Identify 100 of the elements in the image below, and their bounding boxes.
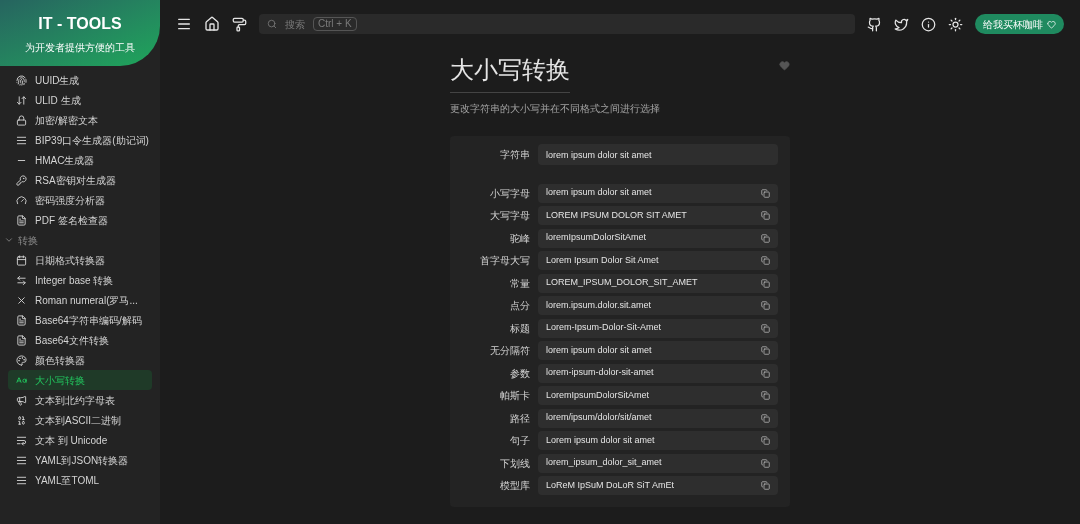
sidebar-item[interactable]: Roman numeral(罗马... <box>8 290 152 310</box>
output-field[interactable]: lorem ipsum dolor sit amet <box>538 183 778 203</box>
sidebar-item[interactable]: RSA密钥对生成器 <box>8 170 152 190</box>
page-title: 大小写转换 <box>450 52 570 93</box>
x-icon <box>16 294 27 306</box>
copy-icon[interactable] <box>761 323 770 333</box>
sidebar-item[interactable]: BIP39口令生成器(助记词) <box>8 130 152 150</box>
group-header[interactable]: 转换 <box>0 230 160 250</box>
copy-icon[interactable] <box>761 301 770 310</box>
copy-icon[interactable] <box>761 256 770 265</box>
output-field[interactable]: Lorem ipsum dolor sit amet <box>538 431 778 450</box>
sidebar-item[interactable]: 颜色转换器 <box>8 350 152 370</box>
search-icon <box>267 19 277 29</box>
menu-icon[interactable] <box>176 16 192 32</box>
output-field[interactable]: lorem.ipsum.dolor.sit.amet <box>538 296 778 315</box>
field-label: 无分隔符 <box>489 344 530 358</box>
field-label: 大写字母 <box>489 209 530 223</box>
sort-icon <box>16 94 27 106</box>
calendar-icon <box>16 254 27 266</box>
sidebar-item[interactable]: 文本到ASCII二进制 <box>8 410 152 430</box>
output-field[interactable]: LOREM_IPSUM_DOLOR_SIT_AMET <box>538 273 778 293</box>
copy-icon[interactable] <box>761 278 770 288</box>
gauge-icon <box>16 194 27 206</box>
output-field[interactable]: LoremIpsumDolorSitAmet <box>538 386 778 405</box>
field-label: 路径 <box>509 411 530 426</box>
twitter-icon[interactable] <box>894 16 909 32</box>
lines-icon <box>16 454 27 466</box>
sidebar-item[interactable]: HMAC生成器 <box>8 150 152 170</box>
field-label: 模型库 <box>499 479 530 493</box>
field-label: 字符串 <box>499 148 530 162</box>
field-label: 句子 <box>509 434 530 448</box>
field-label: 参数 <box>509 366 530 381</box>
field-label: 驼峰 <box>509 231 530 246</box>
heart-icon <box>1047 19 1056 29</box>
page-description: 更改字符串的大小写并在不同格式之间进行选择 <box>450 102 661 116</box>
lock-icon <box>16 114 27 126</box>
sidebar-item[interactable]: UUID生成 <box>8 70 152 90</box>
output-field[interactable]: LoReM IpSuM DoLoR SiT AmEt <box>538 476 778 495</box>
app-title: IT - TOOLS <box>38 13 122 34</box>
output-field[interactable]: Lorem-Ipsum-Dolor-Sit-Amet <box>538 318 778 338</box>
sidebar-item[interactable]: 大小写转换 <box>8 370 152 390</box>
lines-icon <box>16 474 27 486</box>
output-field[interactable]: lorem-ipsum-dolor-sit-amet <box>538 363 778 383</box>
output-field[interactable]: lorem_ipsum_dolor_sit_amet <box>538 453 778 473</box>
document-icon <box>16 214 27 226</box>
sidebar-item[interactable]: 加密/解密文本 <box>8 110 152 130</box>
search-label: 搜索 <box>285 17 305 32</box>
favorite-icon[interactable] <box>779 60 790 71</box>
output-field[interactable]: loremIpsumDolorSitAmet <box>538 228 778 248</box>
document-icon <box>16 314 27 326</box>
megaphone-icon <box>16 394 27 406</box>
output-field[interactable]: lorem ipsum dolor sit amet <box>538 341 778 360</box>
shortcut-key: Ctrl + K <box>313 17 357 31</box>
info-icon[interactable] <box>921 16 936 32</box>
paint-roller-icon[interactable] <box>232 16 247 32</box>
sidebar-item[interactable]: PDF 签名检查器 <box>8 210 152 230</box>
arrows-icon <box>16 274 27 286</box>
binary-icon <box>16 414 27 426</box>
copy-icon[interactable] <box>761 233 770 243</box>
coffee-button[interactable]: 给我买杯咖啡 <box>975 14 1064 34</box>
sidebar-item[interactable]: Integer base 转换 <box>8 270 152 290</box>
lines-icon <box>16 134 27 146</box>
sidebar-item[interactable]: ULID 生成 <box>8 90 152 110</box>
sidebar-item[interactable]: YAML至TOML <box>8 470 152 490</box>
sidebar-item[interactable]: 文本 到 Unicode <box>8 430 152 450</box>
output-field[interactable]: Lorem Ipsum Dolor Sit Amet <box>538 251 778 270</box>
field-label: 标题 <box>509 321 530 336</box>
sidebar-item[interactable]: Base64字符串编码/解码 <box>8 310 152 330</box>
copy-icon[interactable] <box>761 368 770 378</box>
app-subtitle: 为开发者提供方便的工具 <box>25 40 135 55</box>
field-label: 下划线 <box>499 456 530 471</box>
sun-icon[interactable] <box>948 16 963 32</box>
field-label: 小写字母 <box>489 186 530 201</box>
sidebar-item[interactable]: YAML到JSON转换器 <box>8 450 152 470</box>
text-wrap-icon <box>16 434 27 446</box>
copy-icon[interactable] <box>761 346 770 355</box>
output-field[interactable]: LOREM IPSUM DOLOR SIT AMET <box>538 206 778 225</box>
fingerprint-icon <box>16 74 27 86</box>
field-label: 首字母大写 <box>479 254 530 268</box>
field-label: 点分 <box>509 299 530 313</box>
copy-icon[interactable] <box>761 458 770 468</box>
field-label: 帕斯卡 <box>499 389 530 403</box>
palette-icon <box>16 354 27 366</box>
input-field[interactable]: lorem ipsum dolor sit amet <box>538 144 778 165</box>
home-icon[interactable] <box>204 16 220 32</box>
sidebar-item[interactable]: 文本到北约字母表 <box>8 390 152 410</box>
copy-icon[interactable] <box>761 481 770 490</box>
github-icon[interactable] <box>867 16 882 32</box>
copy-icon[interactable] <box>761 413 770 423</box>
sidebar-item[interactable]: 日期格式转换器 <box>8 250 152 270</box>
copy-icon[interactable] <box>761 211 770 220</box>
text-case-icon <box>16 374 27 386</box>
output-field[interactable]: lorem/ipsum/dolor/sit/amet <box>538 408 778 428</box>
copy-icon[interactable] <box>761 436 770 445</box>
sidebar-item[interactable]: 密码强度分析器 <box>8 190 152 210</box>
copy-icon[interactable] <box>761 391 770 400</box>
copy-icon[interactable] <box>761 188 770 198</box>
document-icon <box>16 334 27 346</box>
sidebar-item[interactable]: Base64文件转换 <box>8 330 152 350</box>
key-icon <box>16 174 27 186</box>
